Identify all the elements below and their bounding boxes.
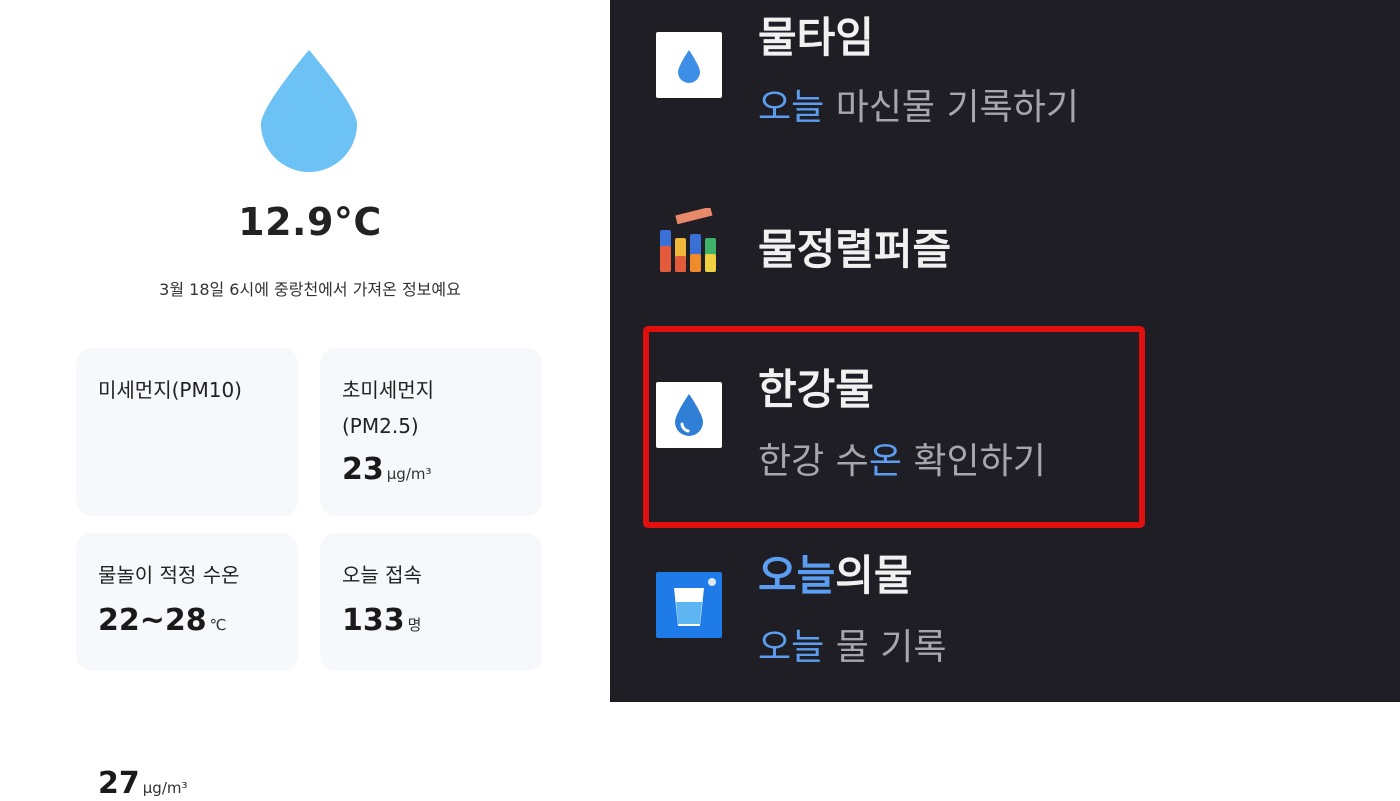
app-item-mul-time[interactable]: 물타임 오늘 마신물 기록하기 <box>610 0 1400 160</box>
water-drop-icon <box>656 32 722 98</box>
app-item-water-sort-puzzle[interactable]: 물정렬퍼즐 <box>610 190 1400 300</box>
card-value: 27 μg/m³ <box>98 766 188 801</box>
app-subtitle: 오늘 마신물 기록하기 <box>758 87 1079 128</box>
temperature-value: 12.9°C <box>238 200 382 244</box>
app-name: 물타임 <box>758 13 874 62</box>
app-name: 오늘의물 <box>758 551 913 600</box>
app-subtitle: 오늘 물 기록 <box>758 627 947 668</box>
card-value: 23 μg/m³ <box>342 452 432 487</box>
app-item-todays-water[interactable]: 오늘의물 오늘 물 기록 <box>610 530 1400 702</box>
card-value: 22~28 ℃ <box>98 603 227 638</box>
info-source-text: 3월 18일 6시에 중랑천에서 가져온 정보예요 <box>159 280 461 299</box>
card-unit: μg/m³ <box>386 465 432 483</box>
water-drop-icon <box>261 50 357 172</box>
highlight-box <box>643 326 1145 528</box>
swim-temp-card: 물놀이 적정 수온 22~28 ℃ <box>76 533 298 671</box>
water-sort-bottles-icon <box>656 206 722 274</box>
app-list: 물타임 오늘 마신물 기록하기 물정렬퍼즐 한강물 한강 수온 확인하기 오늘의… <box>610 0 1400 702</box>
app-name: 물정렬퍼즐 <box>758 225 952 274</box>
card-label: 물놀이 적정 수온 <box>98 563 240 587</box>
water-info-panel: 12.9°C 3월 18일 6시에 중랑천에서 가져온 정보예요 미세먼지(PM… <box>0 0 610 801</box>
water-glass-icon <box>656 572 722 638</box>
card-label: 미세먼지(PM10) <box>98 378 242 402</box>
pm25-card: 초미세먼지 (PM2.5) 23 μg/m³ <box>320 348 542 516</box>
card-value: 133 명 <box>342 603 422 638</box>
card-unit: 명 <box>407 616 422 634</box>
pm10-card: 미세먼지(PM10) 27 μg/m³ <box>76 348 298 801</box>
visitors-card: 오늘 접속 133 명 <box>320 533 542 671</box>
card-unit: ℃ <box>209 616 227 634</box>
card-unit: μg/m³ <box>142 779 188 797</box>
card-label: 오늘 접속 <box>342 563 422 587</box>
card-label: 초미세먼지 (PM2.5) <box>342 378 434 438</box>
